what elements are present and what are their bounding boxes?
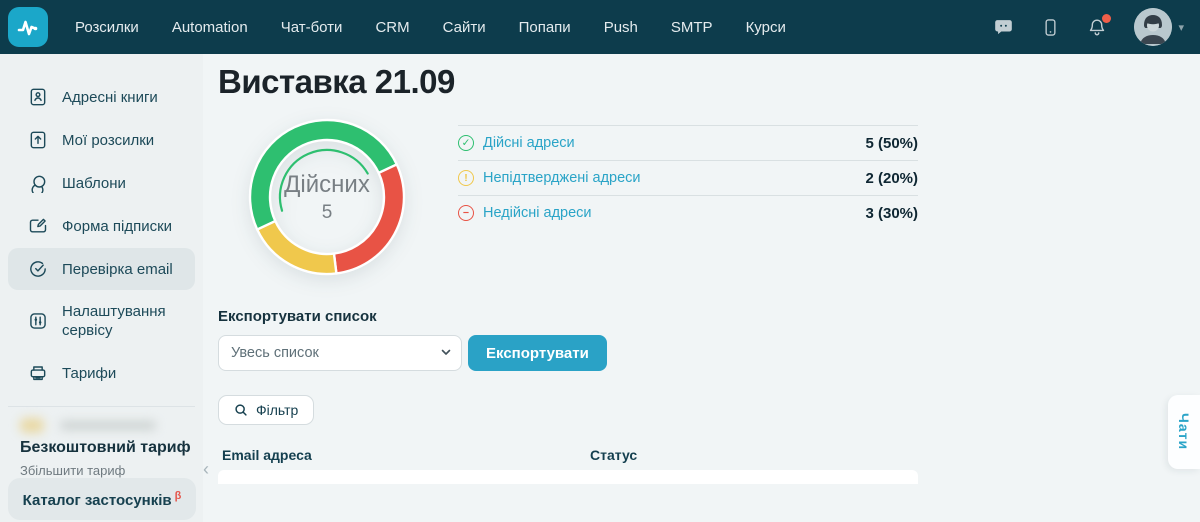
- beta-badge: β: [174, 489, 182, 502]
- export-scope-select-wrapper: Увесь список: [218, 335, 462, 371]
- sidebar-item-label: Перевірка email: [62, 260, 173, 278]
- chats-side-tab[interactable]: Чати: [1168, 395, 1200, 469]
- export-button[interactable]: Експортувати: [468, 335, 607, 371]
- export-section-label: Експортувати список: [218, 308, 377, 325]
- chevron-down-icon: ▾: [1178, 21, 1184, 34]
- table-row: [218, 470, 918, 484]
- table-header: Email адреса Статус: [218, 447, 1200, 463]
- sidebar-item-label: Налаштування сервісу: [62, 303, 166, 339]
- minus-circle-icon: −: [458, 205, 474, 221]
- export-scope-select[interactable]: Увесь список: [218, 335, 462, 371]
- form-pencil-icon: [28, 216, 48, 236]
- chats-tab-label: Чати: [1176, 413, 1192, 451]
- main-content: ← Мої перевірки Виставка 21.09 Дійсних 5…: [203, 0, 1200, 484]
- sidebar-item-subscription-form[interactable]: Форма підписки: [8, 205, 195, 247]
- nav-item-push[interactable]: Push: [604, 19, 638, 36]
- app-logo[interactable]: [8, 7, 48, 47]
- app-catalog-button[interactable]: Каталог застосунків β: [8, 478, 196, 520]
- filter-button-label: Фільтр: [256, 402, 299, 418]
- notification-dot: [1102, 13, 1112, 23]
- legend-row-invalid: − Недійсні адреси 3 (30%): [458, 195, 918, 230]
- bell-icon[interactable]: [1087, 13, 1112, 38]
- column-header-email: Email адреса: [222, 447, 312, 463]
- upgrade-plan-link[interactable]: Збільшити тариф: [0, 463, 203, 478]
- campaign-send-icon: [28, 130, 48, 150]
- filter-button[interactable]: Фільтр: [218, 395, 315, 425]
- sidebar-item-label: Шаблони: [62, 174, 126, 192]
- topbar-right-controls: ▾: [993, 8, 1184, 46]
- chart-legend: ✓ Дійсні адреси 5 (50%) ! Непідтверджені…: [458, 125, 918, 277]
- pricing-icon: [28, 363, 48, 383]
- nav-item-rozsylky[interactable]: Розсилки: [75, 19, 139, 36]
- chat-bubble-icon[interactable]: [993, 17, 1014, 38]
- sidebar-item-label: Форма підписки: [62, 217, 173, 235]
- column-header-status: Статус: [590, 447, 638, 463]
- page-title: Виставка 21.09: [218, 63, 455, 100]
- sidebar-item-address-books[interactable]: Адресні книги: [8, 76, 195, 118]
- sidebar-item-label: Тарифи: [62, 364, 117, 382]
- exclamation-circle-icon: !: [458, 170, 474, 186]
- sidebar: Адресні книги Мої розсилки Шаблони Форма…: [0, 54, 209, 522]
- export-controls: Увесь список Експортувати: [218, 335, 1200, 371]
- verification-summary: Дійсних 5 ✓ Дійсні адреси 5 (50%) ! Непі…: [218, 117, 1200, 277]
- check-circle-icon: [28, 259, 48, 279]
- app-catalog-label: Каталог застосунків: [22, 491, 172, 509]
- legend-row-valid: ✓ Дійсні адреси 5 (50%): [458, 125, 918, 160]
- user-avatar[interactable]: [1134, 8, 1173, 46]
- legend-value-valid: 5 (50%): [865, 134, 918, 152]
- nav-item-smtp[interactable]: SMTP: [671, 19, 713, 36]
- sidebar-collapse-icon[interactable]: ‹: [203, 460, 209, 478]
- nav-item-crm[interactable]: CRM: [375, 19, 409, 36]
- redacted-account-info: [20, 417, 170, 435]
- topbar: Розсилки Automation Чат-боти CRM Сайти П…: [0, 0, 1200, 54]
- top-navigation: Розсилки Automation Чат-боти CRM Сайти П…: [75, 19, 786, 36]
- check-circle-icon: ✓: [458, 135, 474, 151]
- address-book-icon: [28, 87, 48, 107]
- nav-item-popups[interactable]: Попапи: [519, 19, 571, 36]
- templates-icon: [28, 173, 48, 193]
- mobile-phone-icon[interactable]: [1041, 17, 1060, 38]
- pulse-logo-icon: [17, 20, 38, 36]
- legend-link-invalid[interactable]: Недійсні адреси: [483, 205, 592, 221]
- nav-item-sites[interactable]: Сайти: [443, 19, 486, 36]
- legend-row-unconfirmed: ! Непідтверджені адреси 2 (20%): [458, 160, 918, 195]
- legend-value-unconfirmed: 2 (20%): [865, 169, 918, 187]
- sidebar-divider: [8, 406, 195, 407]
- legend-link-unconfirmed[interactable]: Непідтверджені адреси: [483, 170, 641, 186]
- nav-item-courses[interactable]: Курси: [746, 19, 786, 36]
- legend-link-valid[interactable]: Дійсні адреси: [483, 135, 575, 151]
- donut-chart-wrapper: Дійсних 5: [247, 117, 407, 277]
- settings-sliders-icon: [28, 311, 48, 331]
- account-menu[interactable]: ▾: [1134, 8, 1184, 46]
- sidebar-item-email-verification[interactable]: Перевірка email: [8, 248, 195, 290]
- donut-chart[interactable]: [247, 117, 407, 277]
- sidebar-item-service-settings[interactable]: Налаштування сервісу: [8, 291, 195, 351]
- sidebar-item-my-campaigns[interactable]: Мої розсилки: [8, 119, 195, 161]
- nav-item-chatbots[interactable]: Чат-боти: [281, 19, 343, 36]
- nav-item-automation[interactable]: Automation: [172, 19, 248, 36]
- search-icon: [235, 404, 247, 416]
- sidebar-menu: Адресні книги Мої розсилки Шаблони Форма…: [0, 54, 203, 394]
- sidebar-item-templates[interactable]: Шаблони: [8, 162, 195, 204]
- sidebar-item-pricing[interactable]: Тарифи: [8, 352, 195, 394]
- plan-name: Безкоштовний тариф: [20, 439, 191, 456]
- sidebar-item-label: Адресні книги: [62, 88, 158, 106]
- sidebar-item-label: Мої розсилки: [62, 131, 155, 149]
- legend-value-invalid: 3 (30%): [865, 204, 918, 222]
